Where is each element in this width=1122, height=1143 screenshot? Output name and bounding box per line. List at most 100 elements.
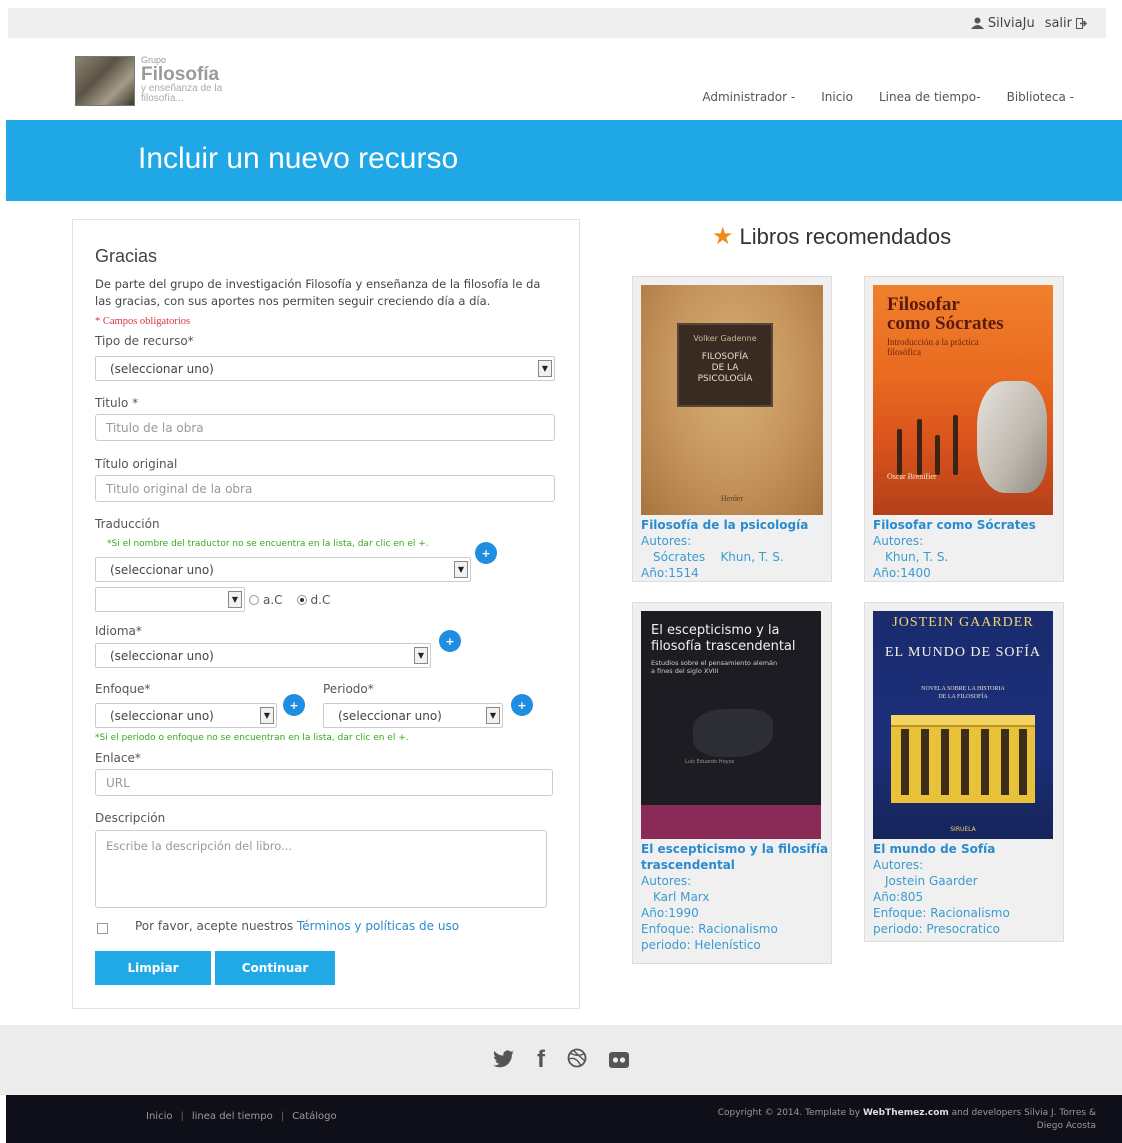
form-intro: De parte del grupo de investigación Filo…	[95, 277, 541, 308]
titulo-input[interactable]: Titulo de la obra	[95, 414, 555, 441]
book-year: Año:805	[873, 890, 924, 904]
twitter-icon[interactable]	[493, 1046, 515, 1074]
user-menu[interactable]: SilviaJu	[970, 15, 1035, 31]
traduccion-note: *Si el nombre del traductor no se encuen…	[107, 539, 429, 549]
periodo-label: Periodo*	[323, 682, 374, 696]
cover-subtitle-line: NOVELA SOBRE LA HISTORIA	[921, 686, 1005, 692]
titulo-original-input[interactable]: Titulo original de la obra	[95, 475, 555, 502]
flickr-icon[interactable]	[609, 1046, 629, 1074]
page-banner: Incluir un nuevo recurso	[6, 120, 1122, 201]
cover-bust	[977, 381, 1047, 493]
cover-map	[693, 709, 773, 757]
idioma-select-value: (seleccionar uno)	[110, 648, 214, 663]
temple-column	[901, 729, 909, 795]
book-authors: Jostein Gaarder	[885, 874, 978, 888]
year-select[interactable]: ▼	[95, 587, 245, 612]
cover-subtitle-line: Estudios sobre el pensamiento alemán	[651, 659, 778, 667]
titulo-placeholder: Titulo de la obra	[106, 420, 204, 435]
book-card[interactable]: Volker Gadenne FILOSOFÍA DE LA PSICOLOGÍ…	[632, 276, 832, 582]
footer-link-catalogo[interactable]: Catálogo	[292, 1111, 337, 1122]
chevron-down-icon: ▼	[538, 360, 552, 377]
add-traductor-button[interactable]: +	[475, 542, 497, 564]
clear-button[interactable]: Limpiar	[95, 951, 211, 985]
enfoque-select[interactable]: (seleccionar uno) ▼	[95, 703, 277, 728]
descripcion-textarea[interactable]: Escribe la descripción del libro...	[95, 830, 547, 908]
site-logo[interactable]: Grupo Filosofía y enseñanza de la filoso…	[75, 56, 222, 106]
book-authors-label: Autores:	[641, 534, 692, 548]
recommended-heading: ★ Libros recomendados	[712, 222, 951, 251]
temple-column	[921, 729, 929, 795]
nav-linea-de-tiempo[interactable]: Linea de tiempo-	[879, 90, 981, 104]
book-title-line[interactable]: El escepticismo y la filosifía	[641, 841, 828, 857]
book-card[interactable]: JOSTEIN GAARDER EL MUNDO DE SOFÍA NOVELA…	[864, 602, 1064, 942]
book-cover[interactable]: Filosofar como Sócrates Introducción a l…	[873, 285, 1053, 515]
cover-title-line: filosofía trascendental	[651, 639, 796, 654]
book-year: Año:1400	[873, 566, 931, 580]
temple-roof	[891, 715, 1035, 727]
copyright-text: Copyright © 2014. Template by	[717, 1108, 861, 1118]
footer-link-inicio[interactable]: Inicio	[146, 1111, 172, 1122]
radio-ac[interactable]	[249, 595, 259, 605]
temple-column	[1019, 729, 1027, 795]
book-title[interactable]: El mundo de Sofía	[873, 841, 1010, 857]
traduccion-select[interactable]: (seleccionar uno) ▼	[95, 557, 471, 582]
terms-link[interactable]: Términos y políticas de uso	[297, 919, 459, 933]
sign-out-icon	[1076, 17, 1088, 29]
radio-dc[interactable]	[296, 595, 307, 605]
cover-subtitle: NOVELA SOBRE LA HISTORIA DE LA FILOSOFÍA	[873, 685, 1053, 701]
copyright-brand[interactable]: WebThemez.com	[863, 1108, 949, 1118]
book-year: Año:1514	[641, 566, 699, 580]
book-title[interactable]: Filosofar como Sócrates	[873, 517, 1036, 533]
enlace-input[interactable]: URL	[95, 769, 553, 796]
periodo-select[interactable]: (seleccionar uno) ▼	[323, 703, 503, 728]
era-radios: a.C d.C	[249, 593, 330, 607]
cover-publisher: SIRUELA	[950, 826, 976, 833]
facebook-icon[interactable]: f	[537, 1046, 545, 1074]
continue-button[interactable]: Continuar	[215, 951, 335, 985]
add-enfoque-button[interactable]: +	[283, 694, 305, 716]
nav-inicio[interactable]: Inicio	[821, 90, 853, 104]
idioma-select[interactable]: (seleccionar uno) ▼	[95, 643, 431, 668]
chevron-down-icon: ▼	[260, 707, 274, 724]
book-card[interactable]: El escepticismo y la filosofía trascende…	[632, 602, 832, 964]
nav-biblioteca[interactable]: Biblioteca -	[1007, 90, 1074, 104]
footer-separator: |	[180, 1111, 184, 1122]
cover-subtitle-line: DE LA FILOSOFÍA	[938, 694, 988, 700]
book-cover[interactable]: JOSTEIN GAARDER EL MUNDO DE SOFÍA NOVELA…	[873, 611, 1053, 839]
dribbble-icon[interactable]	[567, 1046, 587, 1074]
footer-link-linea[interactable]: linea del tiempo	[192, 1111, 273, 1122]
cover-subtitle-line: a fines del siglo XVIII	[651, 667, 719, 675]
book-cover[interactable]: Volker Gadenne FILOSOFÍA DE LA PSICOLOGÍ…	[641, 285, 823, 515]
book-enfoque: Enfoque: Racionalismo	[873, 906, 1010, 920]
cover-figure	[897, 429, 902, 475]
cover-band	[641, 805, 821, 839]
book-periodo: periodo: Presocratico	[873, 922, 1000, 936]
book-cover[interactable]: El escepticismo y la filosofía trascende…	[641, 611, 821, 839]
cover-title: Filosofar como Sócrates	[887, 295, 1004, 333]
cover-title-line: PSICOLOGÍA	[697, 374, 753, 384]
star-icon: ★	[712, 223, 734, 250]
book-meta: El escepticismo y la filosifía trascende…	[641, 841, 828, 953]
add-idioma-button[interactable]: +	[439, 630, 461, 652]
periodo-select-value: (seleccionar uno)	[338, 708, 442, 723]
book-title-line[interactable]: trascendental	[641, 857, 828, 873]
traduccion-select-value: (seleccionar uno)	[110, 562, 214, 577]
book-title[interactable]: Filosofía de la psicología	[641, 517, 808, 533]
book-card[interactable]: Filosofar como Sócrates Introducción a l…	[864, 276, 1064, 582]
cover-title-line: DE LA	[711, 363, 739, 373]
book-meta: Filosofar como Sócrates Autores: Khun, T…	[873, 517, 1036, 581]
nav-administrador[interactable]: Administrador -	[702, 90, 795, 104]
chevron-down-icon: ▼	[228, 591, 242, 608]
book-periodo: periodo: Helenístico	[641, 938, 761, 952]
enlace-placeholder: URL	[106, 775, 130, 790]
footer-separator: |	[280, 1111, 285, 1122]
chevron-down-icon: ▼	[486, 707, 500, 724]
site-header: Grupo Filosofía y enseñanza de la filoso…	[0, 38, 1122, 120]
cover-temple	[891, 715, 1035, 803]
form-heading: Gracias	[95, 246, 158, 266]
logout-link[interactable]: salir	[1045, 16, 1088, 31]
terms-checkbox[interactable]	[97, 923, 108, 934]
add-periodo-button[interactable]: +	[511, 694, 533, 716]
tipo-select[interactable]: (seleccionar uno) ▼	[95, 356, 555, 381]
username: SilviaJu	[987, 15, 1035, 31]
